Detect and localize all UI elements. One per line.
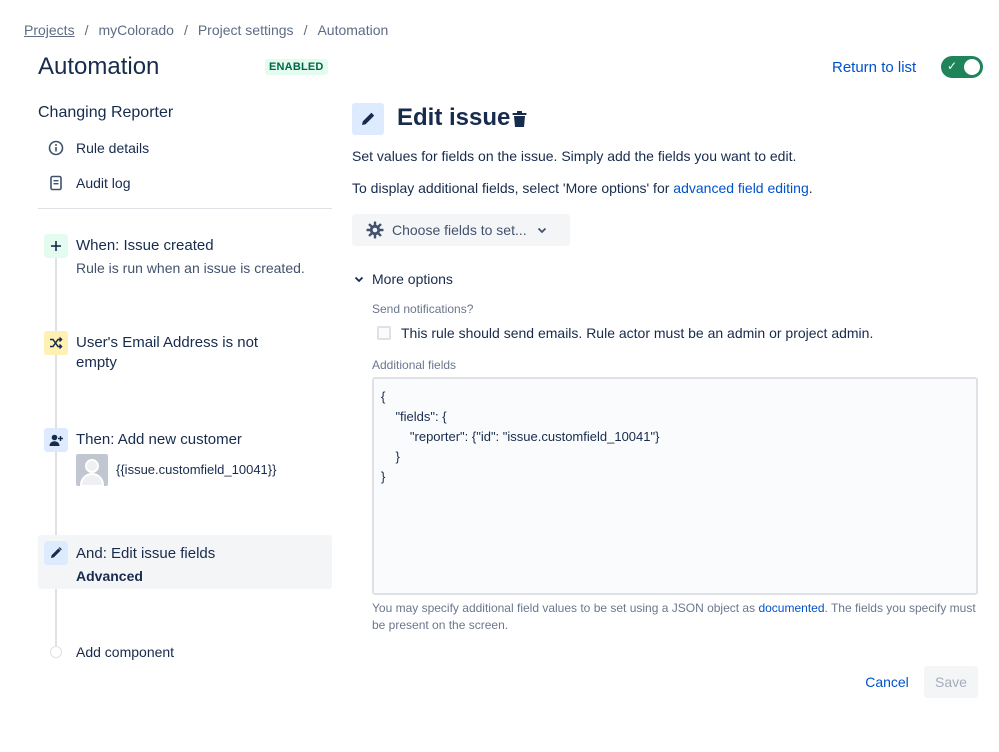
page-title: Automation <box>38 53 160 80</box>
choose-fields-label: Choose fields to set... <box>392 222 527 238</box>
send-notifications-row: This rule should send emails. Rule actor… <box>377 325 873 341</box>
return-to-list-link[interactable]: Return to list <box>832 59 916 76</box>
pencil-icon <box>352 103 384 135</box>
send-notifications-checkbox[interactable] <box>377 326 391 340</box>
sidebar-item-rule-details[interactable]: Rule details <box>48 140 149 156</box>
circle-icon <box>50 646 62 658</box>
sidebar-item-audit-log[interactable]: Audit log <box>48 175 130 191</box>
send-notifications-label: Send notifications? <box>372 302 474 316</box>
component-title: And: Edit issue fields <box>76 545 216 562</box>
check-icon: ✓ <box>947 59 958 73</box>
breadcrumb-project-settings-link[interactable]: Project settings <box>198 22 294 38</box>
trash-icon[interactable] <box>511 110 528 133</box>
advanced-field-editing-link[interactable]: advanced field editing <box>673 180 808 196</box>
component-trigger[interactable]: When: Issue created Rule is run when an … <box>38 228 332 292</box>
send-notifications-text: This rule should send emails. Rule actor… <box>401 325 874 341</box>
plus-icon <box>44 234 68 258</box>
additional-fields-hint: To display additional fields, select 'Mo… <box>352 180 813 196</box>
breadcrumb-automation-link[interactable]: Automation <box>317 22 388 38</box>
chevron-down-icon <box>537 225 547 235</box>
component-action-add-customer[interactable]: Then: Add new customer {{issue.customfie… <box>38 422 332 492</box>
component-title: When: Issue created <box>76 237 214 254</box>
gear-icon <box>366 221 384 239</box>
shuffle-icon <box>44 331 68 355</box>
breadcrumb-separator: / <box>84 22 89 38</box>
cancel-button[interactable]: Cancel <box>856 666 918 698</box>
breadcrumb: Projects / myColorado / Project settings… <box>24 22 388 38</box>
component-subtitle: Rule is run when an issue is created. <box>76 260 305 276</box>
action-title: Edit issue <box>397 104 511 131</box>
documented-link[interactable]: documented <box>758 601 824 615</box>
action-description: Set values for fields on the issue. Simp… <box>352 148 797 164</box>
hint-suffix: . <box>808 180 813 196</box>
add-component-button[interactable]: Add component <box>50 644 174 660</box>
pencil-icon <box>44 541 68 565</box>
component-condition[interactable]: User's Email Address is not empty <box>38 325 332 381</box>
component-action-edit-issue[interactable]: And: Edit issue fields Advanced <box>38 535 332 589</box>
status-badge: ENABLED <box>265 59 328 75</box>
chevron-down-icon <box>354 274 364 284</box>
breadcrumb-projects-link[interactable]: Projects <box>24 22 75 38</box>
rule-name: Changing Reporter <box>38 104 174 121</box>
breadcrumb-project-link[interactable]: myColorado <box>98 22 173 38</box>
additional-fields-textarea[interactable]: { "fields": { "reporter": {"id": "issue.… <box>372 377 978 595</box>
hint-text: To display additional fields, select 'Mo… <box>352 180 674 196</box>
additional-fields-help: You may specify additional field values … <box>372 600 982 634</box>
component-title: Then: Add new customer <box>76 431 242 448</box>
rule-enabled-toggle[interactable]: ✓ <box>941 56 983 78</box>
additional-fields-label: Additional fields <box>372 358 457 372</box>
more-options-label: More options <box>372 271 453 287</box>
save-button[interactable]: Save <box>924 666 978 698</box>
breadcrumb-separator: / <box>303 22 308 38</box>
more-options-toggle[interactable]: More options <box>354 271 453 287</box>
sidebar-item-label: Rule details <box>76 140 150 156</box>
choose-fields-button[interactable]: Choose fields to set... <box>352 214 570 246</box>
breadcrumb-separator: / <box>183 22 188 38</box>
toggle-knob <box>964 59 980 75</box>
component-subtitle: Advanced <box>76 568 143 584</box>
info-icon <box>48 140 64 156</box>
sidebar-item-label: Audit log <box>76 175 131 191</box>
avatar <box>76 454 108 486</box>
sidebar-divider <box>38 208 332 209</box>
document-icon <box>48 175 64 191</box>
help-text: You may specify additional field values … <box>372 601 759 615</box>
component-title: User's Email Address is not empty <box>76 334 259 371</box>
component-subtitle: {{issue.customfield_10041}} <box>116 462 277 477</box>
add-component-label: Add component <box>76 644 175 660</box>
add-user-icon <box>44 428 68 452</box>
